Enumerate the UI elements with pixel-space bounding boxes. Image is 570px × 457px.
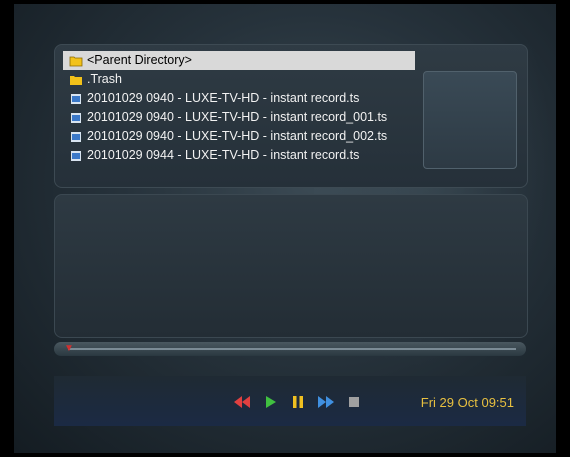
list-item-label: 20101029 0940 - LUXE-TV-HD - instant rec… — [87, 110, 388, 124]
list-item-label: 20101029 0940 - LUXE-TV-HD - instant rec… — [87, 129, 388, 143]
video-file-icon — [71, 150, 81, 161]
rewind-icon[interactable] — [232, 394, 252, 410]
preview-thumbnail — [423, 71, 517, 169]
file-browser-panel: <Parent Directory> .Trash 20101029 0940 … — [54, 44, 528, 188]
tv-screen: <Parent Directory> .Trash 20101029 0940 … — [14, 4, 556, 453]
video-file-icon — [71, 131, 81, 142]
list-item-trash[interactable]: .Trash — [63, 70, 415, 89]
file-list: <Parent Directory> .Trash 20101029 0940 … — [63, 51, 415, 165]
playback-bar: Fri 29 Oct 09:51 — [54, 376, 526, 426]
folder-open-icon — [69, 56, 83, 66]
fast-forward-icon[interactable] — [316, 394, 336, 410]
info-panel — [54, 194, 528, 338]
pause-icon[interactable] — [288, 394, 308, 410]
folder-icon — [70, 75, 82, 85]
date-time: Fri 29 Oct 09:51 — [420, 395, 514, 410]
list-item-recording[interactable]: 20101029 0940 - LUXE-TV-HD - instant rec… — [63, 127, 415, 146]
video-file-icon — [71, 93, 81, 104]
list-item-parent-directory[interactable]: <Parent Directory> — [63, 51, 415, 70]
list-item-label: <Parent Directory> — [87, 53, 192, 67]
list-item-recording[interactable]: 20101029 0944 - LUXE-TV-HD - instant rec… — [63, 146, 415, 165]
seek-position-marker[interactable]: ▼ — [64, 343, 74, 354]
list-item-recording[interactable]: 20101029 0940 - LUXE-TV-HD - instant rec… — [63, 89, 415, 108]
list-item-label: 20101029 0940 - LUXE-TV-HD - instant rec… — [87, 91, 360, 105]
play-icon[interactable] — [260, 394, 280, 410]
stop-icon[interactable] — [344, 394, 364, 410]
list-item-label: .Trash — [87, 72, 122, 86]
seek-bar[interactable]: ▼ — [54, 342, 526, 356]
video-file-icon — [71, 112, 81, 123]
list-item-label: 20101029 0944 - LUXE-TV-HD - instant rec… — [87, 148, 360, 162]
seek-track — [68, 348, 516, 350]
list-item-recording[interactable]: 20101029 0940 - LUXE-TV-HD - instant rec… — [63, 108, 415, 127]
playback-controls — [232, 394, 364, 410]
